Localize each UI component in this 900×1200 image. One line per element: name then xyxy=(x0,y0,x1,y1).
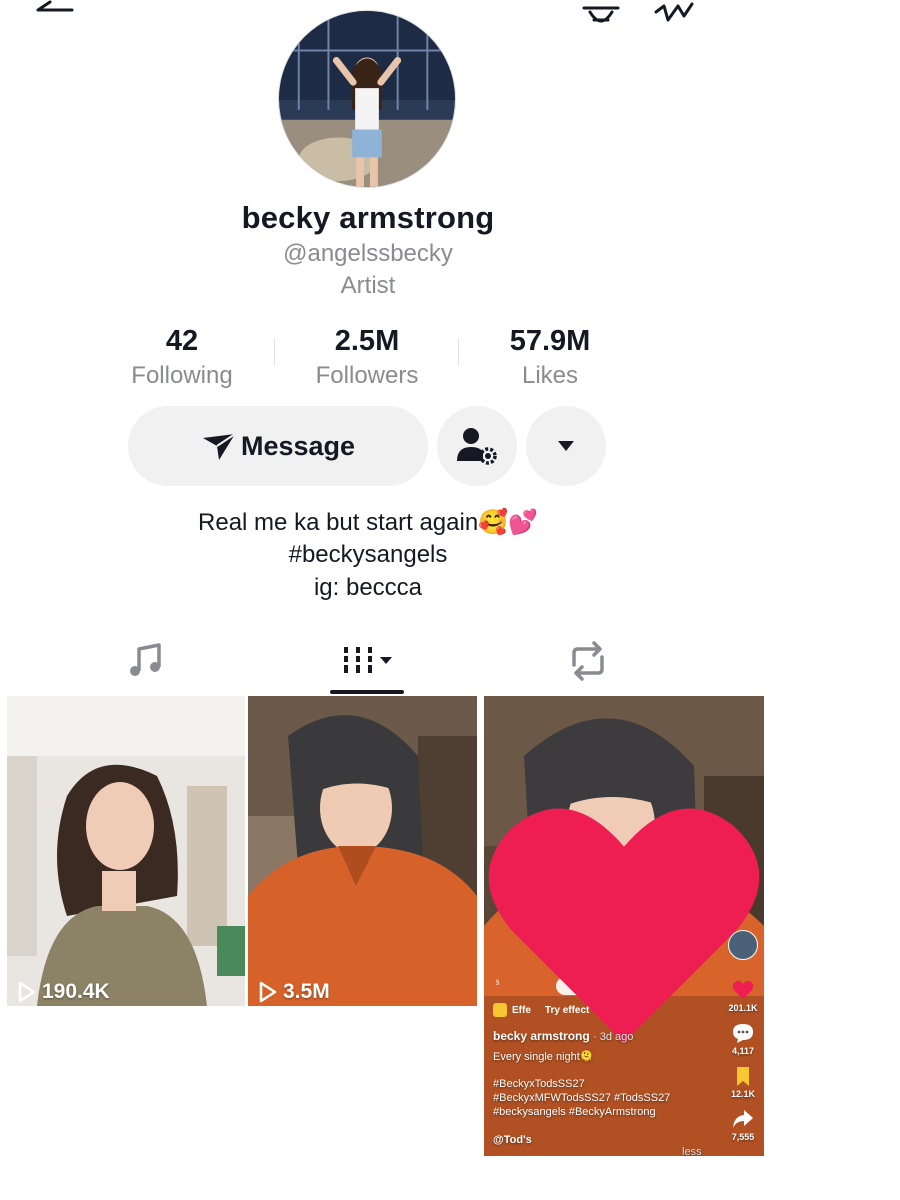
author-name: becky armstrong xyxy=(493,1029,590,1043)
less-toggle[interactable]: less xyxy=(682,1146,702,1156)
profile-category: Artist xyxy=(340,272,396,299)
bio-hashtag[interactable]: #beckysangels xyxy=(0,541,736,569)
effect-label: Effe xyxy=(512,1004,531,1016)
view-count: 190.4K xyxy=(17,980,110,1004)
video-mention[interactable]: @Tod's xyxy=(493,1134,532,1146)
following-label: Following xyxy=(131,362,233,389)
posted-time: · 3d ago xyxy=(593,1031,634,1043)
comment-count: 4,117 xyxy=(731,1046,755,1056)
video-hashtags[interactable]: #BeckyxTodsSS27 #BeckyxMFWTodsSS27 #Tods… xyxy=(493,1077,703,1119)
stat-divider xyxy=(274,338,275,366)
following-count: 42 xyxy=(165,325,199,357)
video-grid-icon xyxy=(344,647,392,673)
share-count: 7,555 xyxy=(731,1132,755,1142)
view-count-text: 3.5M xyxy=(283,980,330,1003)
tab-videos[interactable] xyxy=(330,636,410,686)
hashtags-line: #BeckyxMFWTodsSS27 #TodsSS27 xyxy=(493,1092,671,1104)
stat-following[interactable]: 42 Following xyxy=(92,325,272,390)
effect-icon xyxy=(493,1003,507,1017)
like-count: 201.1K xyxy=(728,1003,758,1013)
video-author[interactable]: becky armstrong · 3d ago xyxy=(493,1029,633,1043)
likes-label: Likes xyxy=(521,362,579,389)
notification-bell-icon[interactable] xyxy=(578,0,624,30)
view-count: 3.5M xyxy=(258,980,330,1004)
play-icon xyxy=(18,981,36,1003)
send-icon xyxy=(202,433,236,460)
tab-reposts[interactable] xyxy=(548,636,628,686)
try-effect-label: Try effect xyxy=(544,1004,590,1016)
likes-count: 57.9M xyxy=(509,325,591,357)
view-count-text: 190.4K xyxy=(42,980,110,1003)
avatar[interactable] xyxy=(278,10,456,188)
share-arrow-icon xyxy=(733,1110,753,1128)
bio-instagram: ig: beccca xyxy=(313,574,423,601)
music-note-icon xyxy=(130,643,161,676)
save-action[interactable]: 12.1K xyxy=(727,1065,759,1099)
caret-down-icon xyxy=(558,441,574,451)
hashtags-line: #BeckyxTodsSS27 xyxy=(493,1078,585,1090)
video-thumbnail[interactable]: 3.5M xyxy=(248,696,477,1006)
like-action[interactable]: 201.1K xyxy=(727,979,759,1013)
video-caption: Every single night🫠 xyxy=(493,1051,594,1063)
bio-text: Real me ka but start again🥰💕 xyxy=(198,509,538,536)
user-settings-button[interactable] xyxy=(437,406,517,486)
stat-divider xyxy=(458,338,459,366)
video-preview[interactable]: § reposted Effe Try effect becky armstro… xyxy=(484,696,764,1156)
share-action[interactable]: 7,555 xyxy=(727,1108,759,1142)
username-handle: @angelssbecky xyxy=(283,240,453,267)
user-gear-icon xyxy=(457,428,497,465)
more-options-button[interactable] xyxy=(526,406,606,486)
play-icon xyxy=(259,981,277,1003)
repost-icon xyxy=(572,641,604,681)
followers-label: Followers xyxy=(315,362,419,389)
bookmark-icon xyxy=(737,1067,749,1086)
stat-followers[interactable]: 2.5M Followers xyxy=(277,325,457,390)
save-count: 12.1K xyxy=(730,1089,756,1099)
active-tab-indicator xyxy=(330,690,404,694)
hashtags-line: #beckysangels #BeckyArmstrong xyxy=(493,1106,656,1118)
video-thumbnail[interactable]: 190.4K xyxy=(7,696,245,1006)
message-label: Message xyxy=(240,430,356,461)
tab-music[interactable] xyxy=(106,636,186,686)
back-arrow-icon[interactable] xyxy=(30,0,80,24)
stat-likes[interactable]: 57.9M Likes xyxy=(460,325,640,390)
heart-icon xyxy=(732,980,754,999)
share-icon[interactable] xyxy=(650,0,698,30)
comment-icon xyxy=(733,1024,753,1043)
message-button[interactable]: Message xyxy=(128,406,428,486)
followers-count: 2.5M xyxy=(334,325,400,357)
effect-row[interactable]: Effe Try effect xyxy=(493,1003,589,1017)
display-name: becky armstrong xyxy=(241,200,495,235)
comment-action[interactable]: 4,117 xyxy=(727,1022,759,1056)
